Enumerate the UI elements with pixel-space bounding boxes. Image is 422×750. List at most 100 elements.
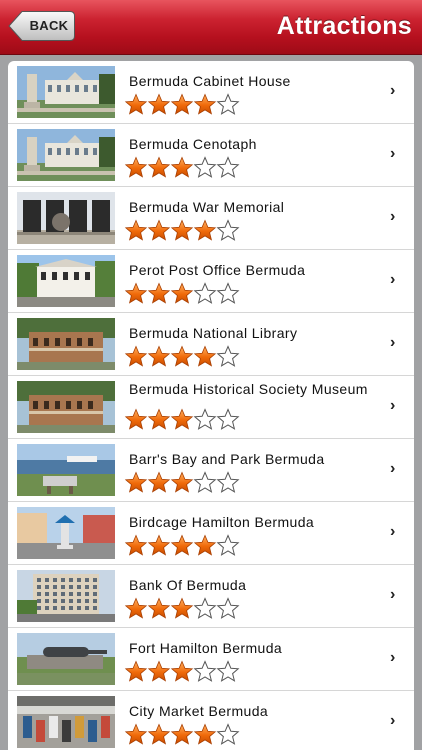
attraction-thumbnail [17,507,115,559]
star-filled-icon [124,408,148,430]
star-filled-icon [147,723,171,745]
attraction-title: Perot Post Office Bermuda [129,262,306,278]
chevron-right-icon: › [390,397,396,414]
chevron-right-icon: › [390,334,396,351]
star-filled-icon [147,345,171,367]
chevron-right-icon: › [390,145,396,162]
attraction-thumbnail [17,318,115,370]
attraction-thumbnail [17,255,115,307]
list-item[interactable]: Barr's Bay and Park Bermuda › [8,439,414,502]
list-item[interactable]: Bermuda National Library › [8,313,414,376]
attraction-title: Barr's Bay and Park Bermuda [129,451,325,467]
star-filled-icon [170,282,194,304]
page-title: Attractions [276,12,412,40]
star-filled-icon [170,723,194,745]
attraction-title: Birdcage Hamilton Bermuda [129,514,315,530]
star-rating [124,408,240,430]
star-rating [124,723,240,745]
star-filled-icon [124,660,148,682]
attraction-thumbnail [17,696,115,748]
list-item[interactable]: Birdcage Hamilton Bermuda › [8,502,414,565]
list-item[interactable]: Bermuda Cabinet House › [8,61,414,124]
star-empty-icon [193,282,217,304]
attraction-title: Bermuda National Library [129,325,298,341]
star-empty-icon [216,156,240,178]
star-filled-icon [124,597,148,619]
chevron-right-icon: › [390,82,396,99]
star-filled-icon [147,534,171,556]
chevron-right-icon: › [390,271,396,288]
star-rating [124,93,240,115]
star-empty-icon [216,408,240,430]
chevron-right-icon: › [390,523,396,540]
star-empty-icon [216,219,240,241]
attraction-thumbnail [17,570,115,622]
star-filled-icon [147,156,171,178]
list-item[interactable]: City Market Bermuda › [8,691,414,750]
star-empty-icon [193,156,217,178]
star-empty-icon [193,471,217,493]
list-item[interactable]: Perot Post Office Bermuda › [8,250,414,313]
star-empty-icon [216,93,240,115]
star-filled-icon [170,345,194,367]
attraction-thumbnail [17,444,115,496]
attraction-thumbnail [17,192,115,244]
back-button[interactable]: BACK [8,10,76,42]
star-filled-icon [124,282,148,304]
star-rating [124,156,240,178]
chevron-right-icon: › [390,649,396,666]
star-filled-icon [147,660,171,682]
attraction-title: Fort Hamilton Bermuda [129,640,283,656]
star-filled-icon [193,93,217,115]
attraction-thumbnail [17,66,115,118]
star-empty-icon [216,723,240,745]
attraction-thumbnail [17,381,115,433]
list-item[interactable]: Bermuda Cenotaph › [8,124,414,187]
star-filled-icon [124,345,148,367]
star-filled-icon [170,471,194,493]
star-empty-icon [216,597,240,619]
star-rating [124,597,240,619]
list-item[interactable]: Bermuda Historical Society Museum › [8,376,414,439]
star-filled-icon [124,471,148,493]
list-item[interactable]: Bermuda War Memorial › [8,187,414,250]
attraction-thumbnail [17,129,115,181]
star-filled-icon [170,156,194,178]
star-rating [124,219,240,241]
star-filled-icon [124,93,148,115]
attraction-title: Bermuda Cabinet House [129,73,291,89]
chevron-right-icon: › [390,208,396,225]
star-rating [124,534,240,556]
star-filled-icon [170,219,194,241]
star-empty-icon [216,660,240,682]
star-filled-icon [193,219,217,241]
star-empty-icon [216,282,240,304]
chevron-right-icon: › [390,586,396,603]
star-filled-icon [170,408,194,430]
star-filled-icon [170,93,194,115]
star-filled-icon [124,219,148,241]
star-filled-icon [147,219,171,241]
list-item[interactable]: Fort Hamilton Bermuda › [8,628,414,691]
attraction-title: Bermuda Cenotaph [129,136,257,152]
star-filled-icon [147,282,171,304]
star-empty-icon [216,534,240,556]
back-button-label: BACK [29,18,69,33]
star-rating [124,282,240,304]
star-empty-icon [216,345,240,367]
star-filled-icon [170,660,194,682]
star-filled-icon [147,471,171,493]
star-filled-icon [124,534,148,556]
star-empty-icon [193,597,217,619]
chevron-right-icon: › [390,712,396,729]
star-empty-icon [193,660,217,682]
star-filled-icon [147,93,171,115]
list-item[interactable]: Bank Of Bermuda › [8,565,414,628]
star-rating [124,471,240,493]
star-filled-icon [193,345,217,367]
star-filled-icon [147,597,171,619]
star-empty-icon [193,408,217,430]
star-empty-icon [216,471,240,493]
star-rating [124,345,240,367]
star-rating [124,660,240,682]
